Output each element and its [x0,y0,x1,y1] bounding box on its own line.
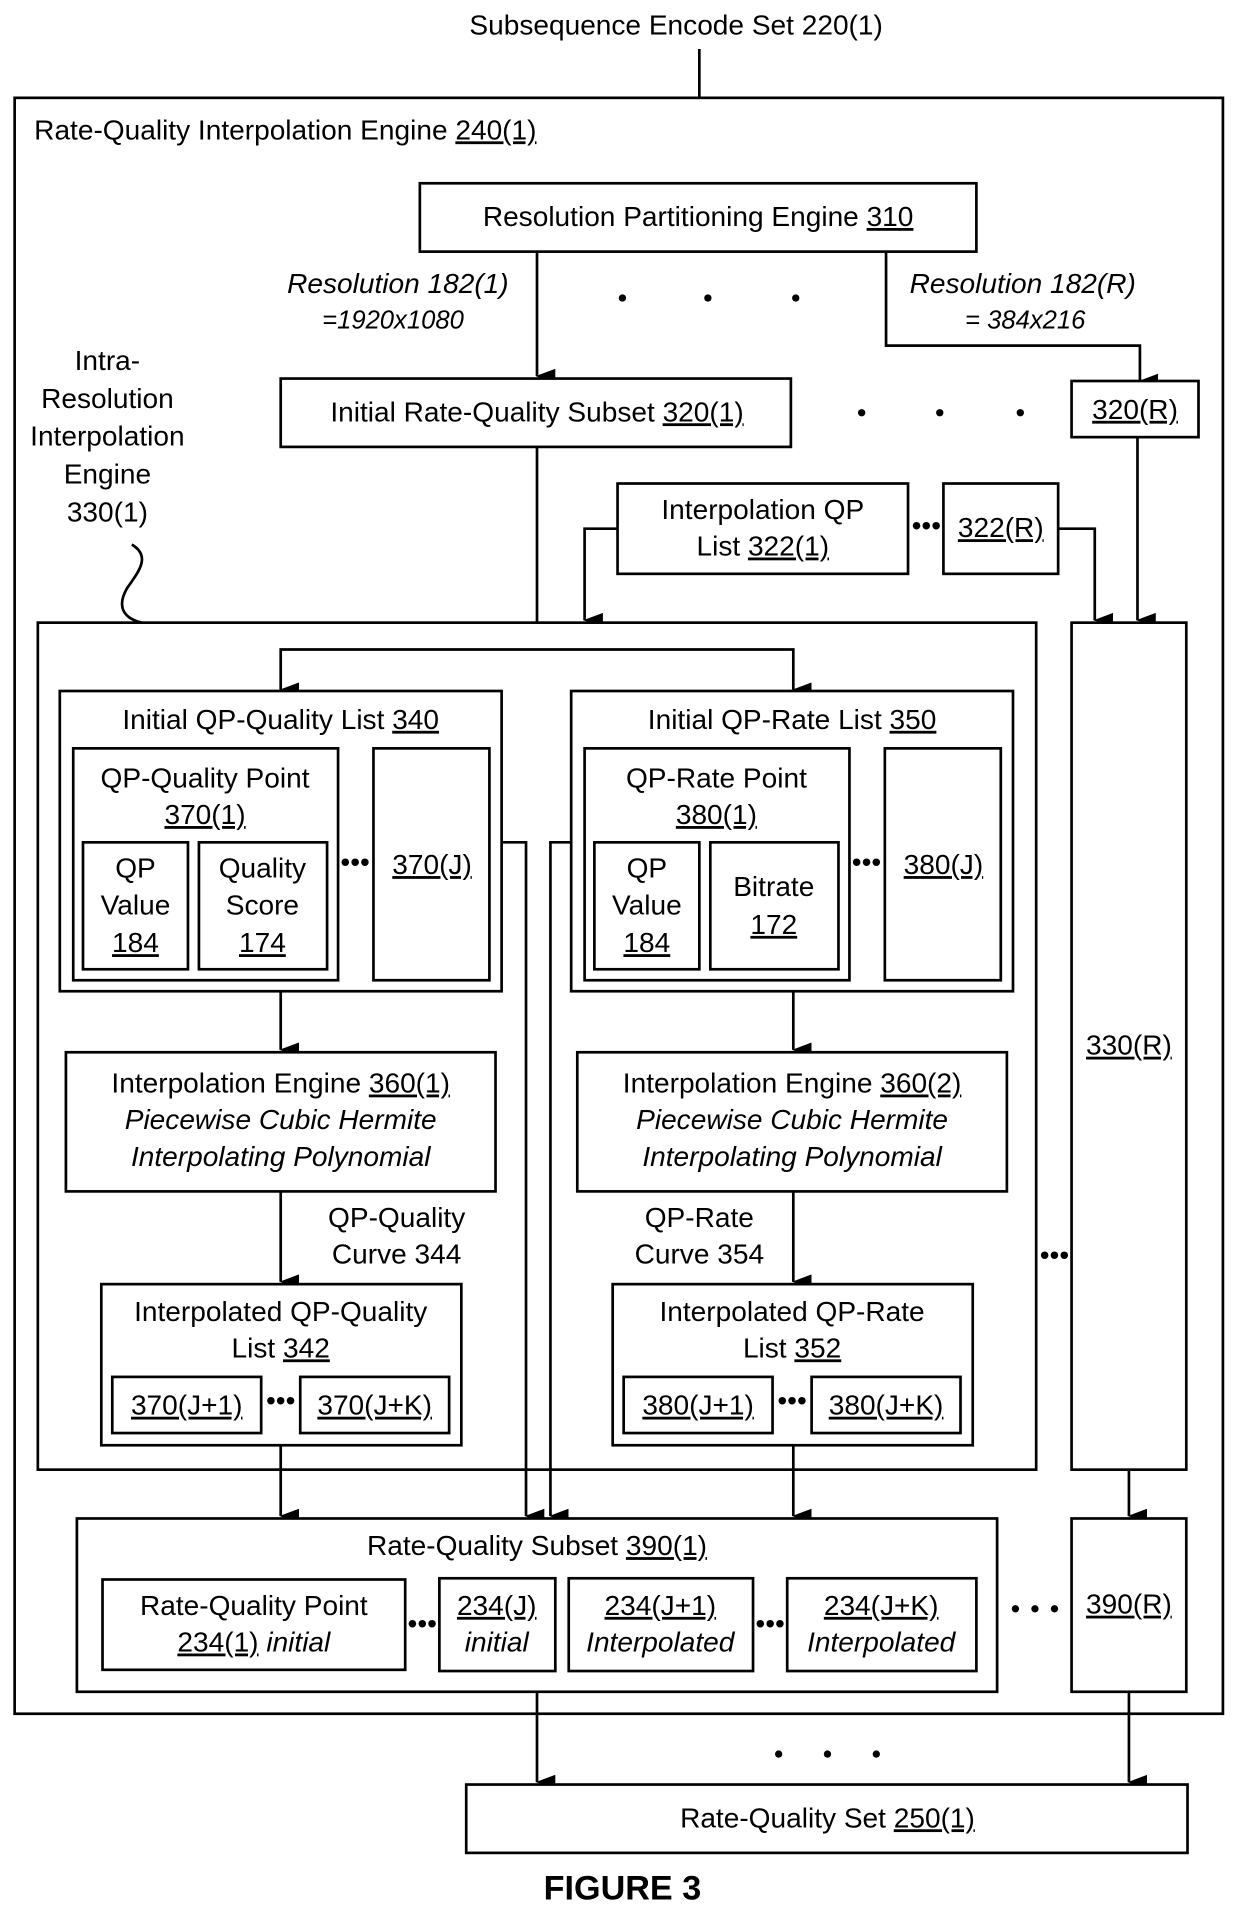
rq-point-1-line2: 234(1) initial [177,1627,331,1658]
engine-ellipsis: ••• [1040,1240,1069,1271]
qp-rate-ellipsis: ••• [852,847,881,878]
qp-list-line1: Interpolation QP [661,494,864,525]
interp-engine-1-line3: Interpolating Polynomial [131,1141,431,1172]
qp-quality-ellipsis: ••• [340,847,369,878]
engine-r-label: 330(R) [1086,1030,1172,1061]
figure-caption: FIGURE 3 [544,1869,702,1907]
qp-quality-point-j-plus-k-label: 370(J+K) [317,1390,432,1421]
interp-engine-2-line3: Interpolating Polynomial [642,1141,942,1172]
rate-quality-set-label: Rate-Quality Set 250(1) [680,1802,975,1833]
rate-qp-value-ref: 184 [623,927,670,958]
qp-quality-point-j-plus-1-label: 370(J+1) [131,1390,243,1421]
quality-score-line1: Quality [219,853,306,884]
svg-text:Intra-: Intra- [75,345,141,376]
rq-point-j-tag: initial [465,1627,530,1658]
interp-engine-1-line2: Piecewise Cubic Hermite [125,1104,437,1135]
rq-ellipsis-2: ••• [755,1608,784,1639]
quality-score-line2: Score [226,889,299,920]
resolution-first-value: =1920x1080 [322,307,464,335]
qp-list-r-label: 322(R) [958,512,1044,543]
svg-text:Resolution: Resolution [41,383,174,414]
resolution-last-label: Resolution 182(R) [910,268,1136,299]
bitrate-ref: 172 [750,909,797,940]
rq-point-j-plus-k-ref: 234(J+K) [824,1590,939,1621]
engine-title: Rate-Quality Interpolation Engine 240(1) [34,114,536,145]
qp-rate-point-j-label: 380(J) [904,849,984,880]
qp-quality-point-j-label: 370(J) [392,849,472,880]
qp-rate-point-j-plus-1-label: 380(J+1) [642,1390,754,1421]
rate-curve-line2: Curve 354 [635,1238,764,1269]
qp-rate-point-ref: 380(1) [676,799,757,830]
initial-subset-r-label: 320(R) [1092,394,1178,425]
rq-ellipsis-1: ••• [408,1608,437,1639]
interp-rate-line1: Interpolated QP-Rate [659,1296,924,1327]
rate-curve-line1: QP-Rate [645,1202,754,1233]
qp-list-line2: List 322(1) [696,531,829,562]
svg-text:Interpolation: Interpolation [30,421,184,452]
interp-quality-ellipsis: ••• [266,1385,295,1416]
qp-value-ref: 184 [112,927,159,958]
rq-point-j-plus-k-tag: Interpolated [807,1627,957,1658]
svg-text:330(1): 330(1) [67,496,148,527]
resolution-last-value: = 384x216 [965,307,1086,335]
bitrate-line1: Bitrate [733,871,814,902]
output-ellipsis [775,1750,880,1758]
interp-engine-1-title: Interpolation Engine 360(1) [111,1068,450,1099]
rq-point-1-line1: Rate-Quality Point [140,1590,368,1621]
resolution-first-label: Resolution 182(1) [287,268,509,299]
quality-curve-line1: QP-Quality [328,1202,465,1233]
rq-point-j-plus-1-ref: 234(J+1) [605,1590,717,1621]
partitioner-label: Resolution Partitioning Engine 310 [483,201,914,232]
rq-point-j-plus-1-tag: Interpolated [586,1627,736,1658]
interp-engine-2-title: Interpolation Engine 360(2) [623,1068,962,1099]
input-label: Subsequence Encode Set 220(1) [469,9,882,40]
interp-rate-line2: List 352 [743,1332,841,1363]
qp-rate-point-label: QP-Rate Point [626,762,807,793]
qp-quality-point-ref: 370(1) [164,799,245,830]
interp-rate-ellipsis: ••• [777,1385,806,1416]
qp-value-line1: QP [115,853,156,884]
bitrate-field [708,840,840,971]
qp-quality-list-title: Initial QP-Quality List 340 [122,704,439,735]
quality-curve-line2: Curve 344 [332,1238,461,1269]
rate-qp-value-line1: QP [627,853,668,884]
qp-value-line2: Value [101,889,171,920]
rq-subset-title: Rate-Quality Subset 390(1) [367,1530,707,1561]
qp-rate-point-j-plus-k-label: 380(J+K) [829,1390,944,1421]
initial-subset-label: Initial Rate-Quality Subset 320(1) [330,396,743,427]
figure-diagram: Subsequence Encode Set 220(1) Rate-Quali… [13,9,1225,1907]
qp-rate-list-title: Initial QP-Rate List 350 [648,704,937,735]
interp-engine-2-line2: Piecewise Cubic Hermite [636,1104,948,1135]
quality-score-ref: 174 [239,927,286,958]
rate-qp-value-line2: Value [612,889,682,920]
svg-text:Engine: Engine [64,459,151,490]
qp-quality-point-label: QP-Quality Point [101,762,310,793]
rq-point-j-ref: 234(J) [457,1590,537,1621]
qp-list-ellipsis: ••• [912,510,941,541]
interp-quality-line1: Interpolated QP-Quality [134,1296,427,1327]
rq-subset-r-label: 390(R) [1086,1589,1172,1620]
interp-quality-line2: List 342 [232,1332,330,1363]
